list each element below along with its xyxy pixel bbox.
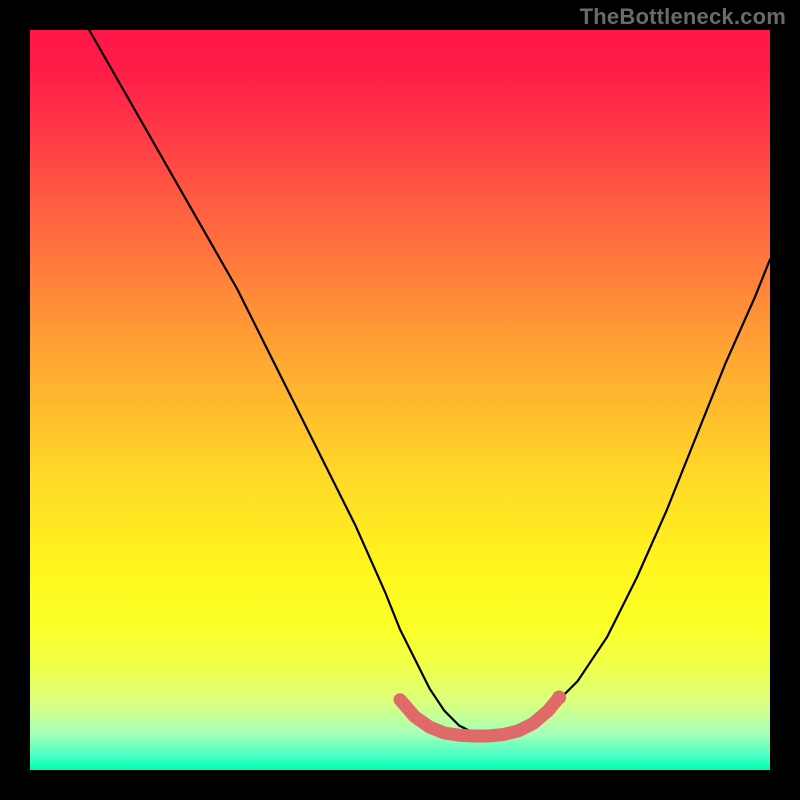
right-curve — [481, 259, 770, 733]
curve-layer — [30, 30, 770, 770]
left-curve — [89, 30, 481, 733]
chart-frame: TheBottleneck.com — [0, 0, 800, 800]
watermark-text: TheBottleneck.com — [580, 4, 786, 30]
plot-area — [30, 30, 770, 770]
highlight-end-dot — [552, 691, 566, 705]
highlight-band — [400, 698, 559, 737]
